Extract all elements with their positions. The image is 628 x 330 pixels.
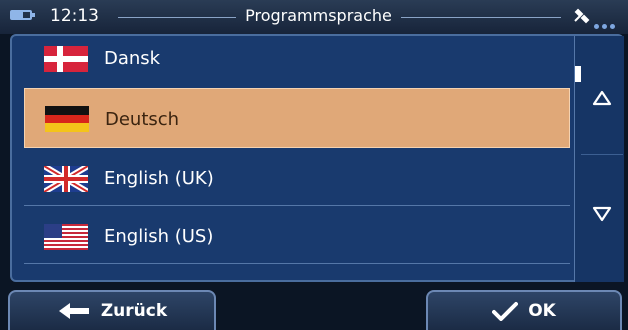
- us-flag-icon: [44, 224, 88, 250]
- title-divider: [118, 17, 236, 18]
- clock: 12:13: [50, 6, 99, 26]
- language-row-deutsch[interactable]: Deutsch: [24, 88, 570, 148]
- page-title: Programmsprache: [245, 6, 392, 25]
- ok-label: OK: [528, 301, 556, 321]
- language-label: English (UK): [104, 168, 214, 189]
- language-row-english-uk[interactable]: English (UK): [24, 148, 570, 206]
- language-row-dansk[interactable]: Dansk: [24, 36, 570, 94]
- back-button[interactable]: Zurück: [8, 290, 216, 330]
- germany-flag-icon: [45, 106, 89, 132]
- language-label: Dansk: [104, 48, 161, 69]
- scroll-up-button[interactable]: [581, 42, 623, 155]
- triangle-down-icon: [592, 206, 612, 222]
- language-list-panel: Dansk Deutsch English (UK) English (US): [10, 34, 624, 282]
- satellite-icon: [572, 6, 592, 26]
- list-scrollbar[interactable]: [574, 36, 624, 282]
- battery-icon: [10, 10, 35, 20]
- uk-flag-icon: [44, 166, 88, 192]
- title-divider: [401, 17, 561, 18]
- language-label: English (US): [104, 226, 214, 247]
- back-label: Zurück: [100, 301, 168, 321]
- language-label: Deutsch: [105, 109, 180, 130]
- ok-button[interactable]: OK: [426, 290, 622, 330]
- denmark-flag-icon: [44, 46, 88, 72]
- checkmark-icon: [492, 302, 519, 321]
- status-bar: 12:13 Programmsprache: [0, 0, 628, 34]
- language-row-english-us[interactable]: English (US): [24, 206, 570, 264]
- scroll-down-button[interactable]: [581, 158, 623, 270]
- language-list: Dansk Deutsch English (UK) English (US): [24, 36, 570, 282]
- triangle-up-icon: [592, 90, 612, 106]
- signal-dots-icon: [594, 14, 624, 29]
- arrow-left-icon: [58, 303, 89, 319]
